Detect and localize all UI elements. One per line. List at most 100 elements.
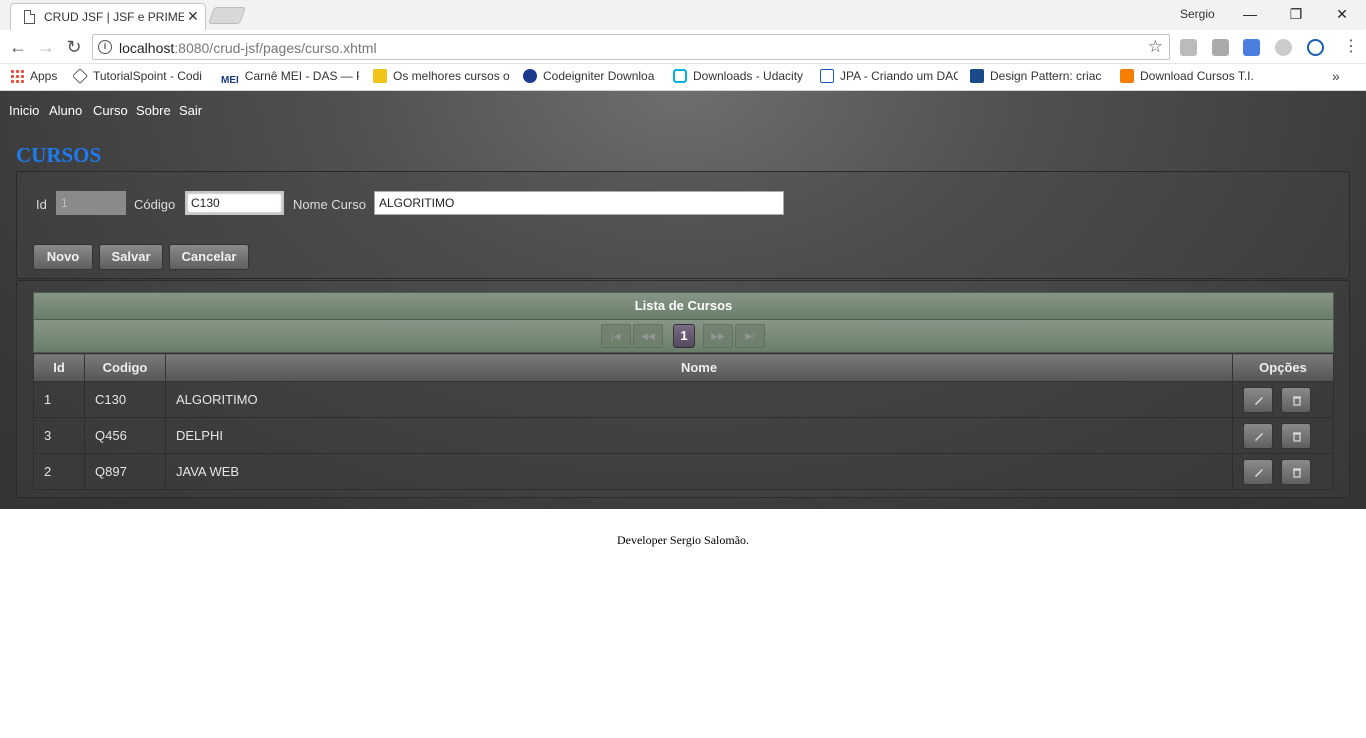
cell-id: 2 [33, 453, 85, 490]
delete-button[interactable] [1280, 458, 1311, 485]
footer-text: Developer Sergio Salomão. [616, 533, 750, 547]
column-header-nome[interactable]: Nome [165, 353, 1233, 382]
top-menu: Inicio Aluno Curso Sobre Sair [0, 91, 1366, 129]
more-bookmarks-icon[interactable]: » [1332, 68, 1340, 84]
apps-icon [10, 69, 24, 83]
codigo-field[interactable] [185, 191, 284, 215]
forward-icon[interactable]: → [34, 35, 58, 59]
form-panel: Id Código Nome Curso Novo Salvar Cancela… [16, 171, 1350, 279]
browser-toolbar: ← → ↻ i localhost:8080/crud-jsf/pages/cu… [0, 30, 1366, 64]
cell-options [1232, 453, 1334, 490]
id-label: Id [36, 197, 47, 212]
blogger-icon [1120, 69, 1134, 83]
info-icon[interactable]: i [98, 40, 112, 54]
udacity-icon [673, 69, 687, 83]
bookmark-download-cursos[interactable]: Download Cursos T.I. [1120, 69, 1260, 87]
cancelar-button[interactable]: Cancelar [169, 244, 249, 270]
back-icon[interactable]: ← [6, 35, 30, 59]
bookmark-udacity[interactable]: Downloads - Udacity [673, 69, 811, 87]
bookmark-tutorialspoint[interactable]: TutorialSpoint - Codi [73, 69, 211, 87]
cell-codigo: Q456 [84, 417, 166, 454]
codeigniter-icon [523, 69, 537, 83]
table-row[interactable]: 3 Q456 DELPHI [33, 417, 1334, 454]
page-icon [24, 10, 35, 24]
delete-button[interactable] [1280, 422, 1311, 449]
address-bar[interactable]: i localhost:8080/crud-jsf/pages/curso.xh… [92, 34, 1170, 60]
menu-inicio[interactable]: Inicio [9, 103, 39, 118]
edit-button[interactable] [1243, 458, 1273, 485]
tab-title: CRUD JSF | JSF e PRIMEFACES [44, 10, 184, 24]
cell-id: 3 [33, 417, 85, 454]
bookmark-star-icon[interactable]: ☆ [1148, 37, 1163, 57]
mei-icon: MEI [221, 75, 239, 86]
prev-page-icon[interactable]: ◀◀ [633, 324, 663, 348]
close-window-icon[interactable]: ✕ [1319, 3, 1365, 27]
table-row[interactable]: 1 C130 ALGORITIMO [33, 381, 1334, 418]
cell-codigo: Q897 [84, 453, 166, 490]
cell-codigo: C130 [84, 381, 166, 418]
cursos-table: Id Codigo Nome Opções 1 C130 ALGORITIMO [33, 353, 1334, 490]
novo-button[interactable]: Novo [33, 244, 93, 270]
bookmark-codeigniter[interactable]: Codeigniter Downloa [523, 69, 661, 87]
menu-curso[interactable]: Curso [93, 103, 128, 118]
cell-nome: JAVA WEB [165, 453, 1233, 490]
browser-tab[interactable]: CRUD JSF | JSF e PRIMEFACES ✕ [10, 3, 206, 30]
cell-options [1232, 417, 1334, 454]
nome-curso-label: Nome Curso [293, 197, 366, 212]
cell-options [1232, 381, 1334, 418]
bookmarks-bar: Apps TutorialSpoint - Codi MEI Carnê MEI … [0, 64, 1366, 91]
trash-icon [1292, 431, 1301, 442]
pencil-icon [1255, 396, 1263, 405]
pencil-icon [1255, 432, 1263, 441]
edit-button[interactable] [1243, 422, 1273, 449]
bookmark-design-pattern[interactable]: Design Pattern: criac [970, 69, 1108, 87]
table-row[interactable]: 2 Q897 JAVA WEB [33, 453, 1334, 490]
first-page-icon[interactable]: |◀ [601, 324, 631, 348]
table-panel: Lista de Cursos |◀ ◀◀ 1 ▶▶ ▶| Id Codigo … [16, 280, 1350, 498]
bookmark-melhores-cursos[interactable]: Os melhores cursos o [373, 69, 511, 87]
extension-icon[interactable] [1275, 39, 1292, 56]
menu-sair[interactable]: Sair [179, 103, 202, 118]
play-icon[interactable] [1307, 39, 1324, 56]
dropbox-icon[interactable] [1180, 39, 1197, 56]
menu-aluno[interactable]: Aluno [49, 103, 82, 118]
trash-icon [1292, 395, 1301, 406]
column-header-codigo[interactable]: Codigo [84, 353, 166, 382]
jpa-icon [820, 69, 834, 83]
page-title: CURSOS [16, 143, 102, 167]
tab-strip: CRUD JSF | JSF e PRIMEFACES ✕ Sergio — ❐… [0, 0, 1366, 30]
minimize-icon[interactable]: — [1227, 3, 1273, 27]
pencil-icon [1255, 468, 1263, 477]
pdf-icon[interactable] [1212, 39, 1229, 56]
cursos-icon [373, 69, 387, 83]
restore-icon[interactable]: ❐ [1273, 3, 1319, 27]
table-header: Lista de Cursos [33, 292, 1334, 320]
menu-icon[interactable]: ⋮ [1343, 36, 1359, 56]
close-tab-icon[interactable]: ✕ [187, 8, 199, 25]
new-tab-button[interactable] [207, 7, 247, 24]
cell-nome: DELPHI [165, 417, 1233, 454]
edit-button[interactable] [1243, 386, 1273, 413]
next-page-icon[interactable]: ▶▶ [703, 324, 733, 348]
trash-icon [1292, 467, 1301, 478]
translate-icon[interactable] [1243, 39, 1260, 56]
last-page-icon[interactable]: ▶| [735, 324, 765, 348]
url-text: localhost:8080/crud-jsf/pages/curso.xhtm… [119, 40, 377, 56]
column-header-id[interactable]: Id [33, 353, 85, 382]
profile-name[interactable]: Sergio [1180, 7, 1215, 21]
menu-sobre[interactable]: Sobre [136, 103, 171, 118]
codigo-label: Código [134, 197, 176, 212]
page-content: Inicio Aluno Curso Sobre Sair CURSOS Id … [0, 91, 1366, 509]
delete-button[interactable] [1280, 386, 1311, 413]
reload-icon[interactable]: ↻ [62, 35, 86, 59]
cell-id: 1 [33, 381, 85, 418]
nome-curso-field[interactable] [374, 191, 784, 215]
page-number-button[interactable]: 1 [673, 324, 695, 348]
paginator: |◀ ◀◀ 1 ▶▶ ▶| [33, 320, 1334, 353]
tutorialspoint-icon [73, 69, 88, 84]
salvar-button[interactable]: Salvar [99, 244, 163, 270]
bookmark-carne-mei[interactable]: MEI Carnê MEI - DAS — P [221, 69, 359, 87]
bookmark-apps[interactable]: Apps [10, 69, 70, 87]
bookmark-jpa[interactable]: JPA - Criando um DAO [820, 69, 958, 87]
cell-nome: ALGORITIMO [165, 381, 1233, 418]
